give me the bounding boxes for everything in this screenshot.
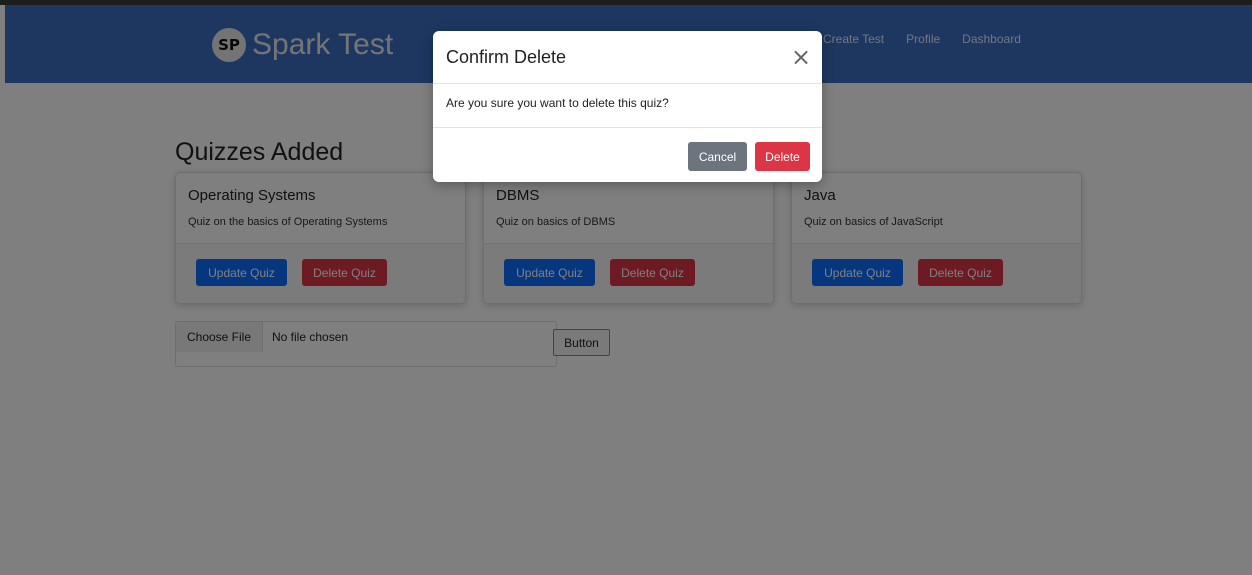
confirm-delete-button[interactable]: Delete <box>755 142 810 171</box>
close-icon[interactable]: × <box>789 45 813 69</box>
cancel-button[interactable]: Cancel <box>688 142 747 171</box>
modal-footer: Cancel Delete <box>433 128 822 182</box>
modal-body: Are you sure you want to delete this qui… <box>433 84 822 128</box>
confirm-delete-modal: Confirm Delete × Are you sure you want t… <box>433 31 822 182</box>
modal-message: Are you sure you want to delete this qui… <box>446 96 669 110</box>
modal-title: Confirm Delete <box>446 47 567 67</box>
modal-header: Confirm Delete × <box>433 31 822 84</box>
